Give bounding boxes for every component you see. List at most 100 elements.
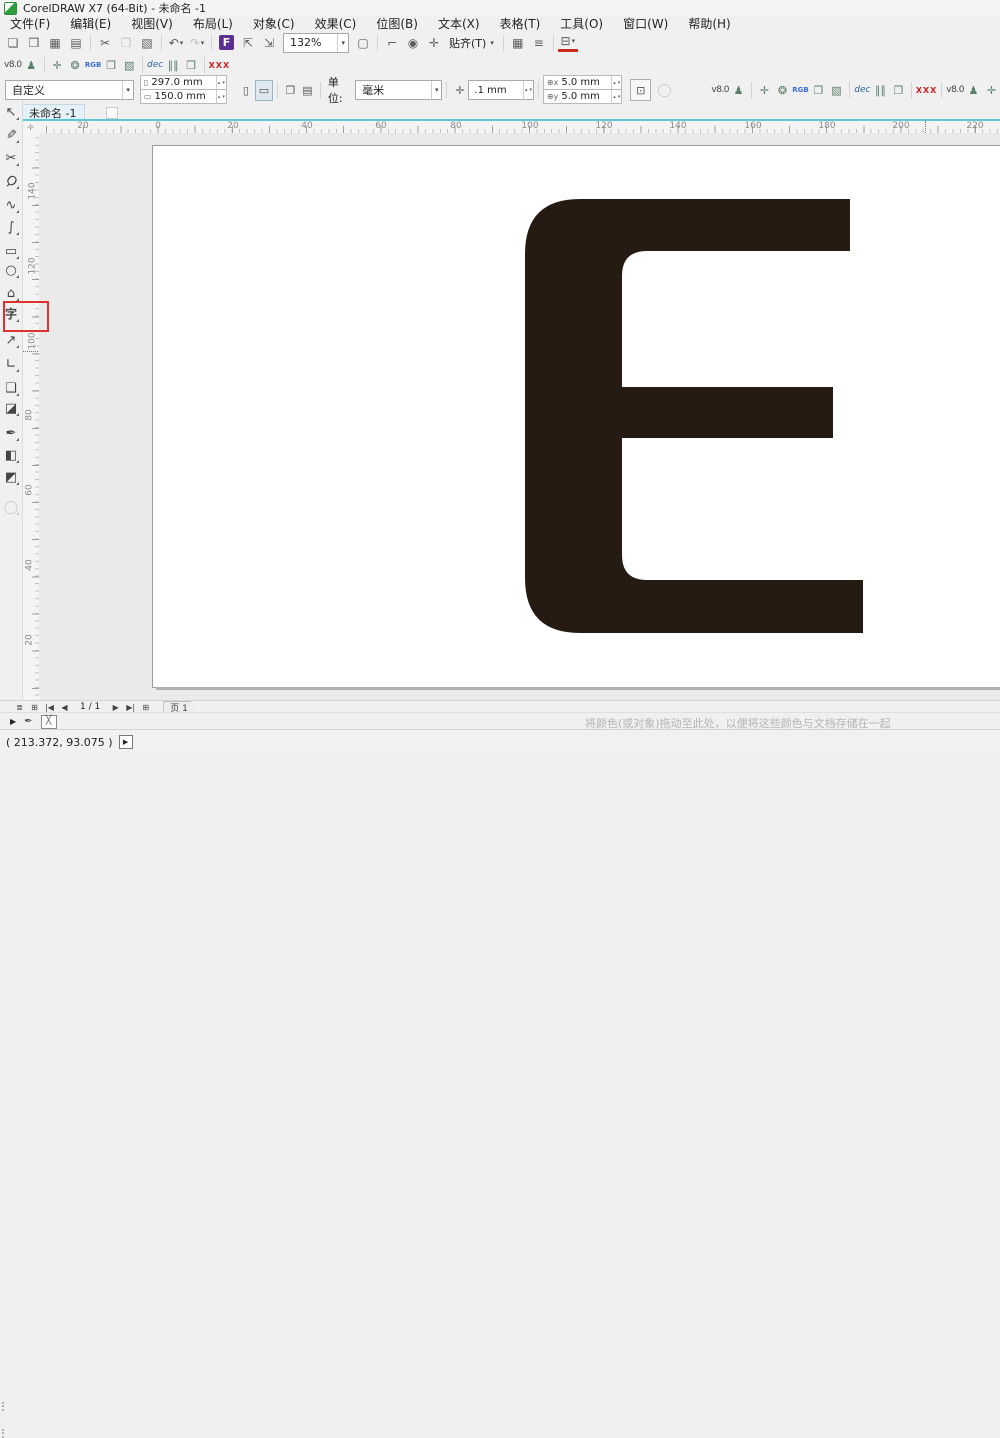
pick-tool[interactable]: ↖ <box>1 102 21 122</box>
next-page-button[interactable]: ▶ <box>110 702 121 713</box>
transform-icon[interactable]: ✛ <box>49 56 66 74</box>
user-permissions-icon[interactable]: ♟ <box>965 81 982 99</box>
dropdown-caret-icon[interactable]: ▾ <box>572 37 576 45</box>
spin-down-icon[interactable]: ▾ <box>221 80 226 86</box>
vertical-ruler[interactable]: 14012010080604020 <box>22 133 40 700</box>
spin-down-icon[interactable]: ▾ <box>617 80 622 86</box>
dimension-tool[interactable]: ↗ <box>1 330 21 350</box>
import-icon[interactable]: ⇱ <box>238 33 258 52</box>
paste-settings-icon[interactable]: ▧ <box>121 56 138 74</box>
duplicate-y-spinner[interactable]: ▴▾ <box>611 90 621 103</box>
shape-tool[interactable]: ✎ <box>1 125 21 145</box>
no-color-swatch[interactable]: ╳ <box>41 715 57 729</box>
undo-icon[interactable]: ↶▾ <box>166 33 186 52</box>
drag-grip[interactable] <box>2 1429 7 1438</box>
fullscreen-preview-icon[interactable]: ▢ <box>353 33 373 52</box>
transform-icon[interactable]: ✛ <box>756 81 773 99</box>
zoom-level-combo[interactable]: 132% ▾ <box>283 33 349 53</box>
menu-help[interactable]: 帮助(H) <box>678 15 740 32</box>
menu-edit[interactable]: 编辑(E) <box>60 15 121 32</box>
duplicate-y-field[interactable]: ⊕y 5.0 mm ▴▾ <box>543 89 622 104</box>
transform-icon[interactable]: ✛ <box>983 81 1000 99</box>
save-icon[interactable]: ▦ <box>45 33 65 52</box>
xxx-icon[interactable]: XXX <box>209 56 231 74</box>
status-expand-button[interactable]: ▶ <box>119 735 133 749</box>
navigator-grid-icon[interactable]: ≣ <box>14 702 25 713</box>
current-page-size-icon[interactable]: ▤ <box>299 81 316 99</box>
paste-settings-icon[interactable]: ▧ <box>828 81 845 99</box>
copy-settings-icon[interactable]: ❐ <box>103 56 120 74</box>
smart-fill-tool[interactable]: ◧ <box>1 445 21 465</box>
snap-to-icon[interactable]: ✛ <box>424 33 444 52</box>
menu-object[interactable]: 对象(C) <box>243 15 305 32</box>
menu-text[interactable]: 文本(X) <box>428 15 490 32</box>
options-icon[interactable]: ▦ <box>508 33 528 52</box>
units-combo[interactable]: 毫米 ▾ <box>355 80 442 100</box>
drawing-workspace[interactable] <box>39 133 1000 700</box>
print-icon[interactable]: ▤ <box>66 33 86 52</box>
menu-table[interactable]: 表格(T) <box>490 15 551 32</box>
user-permissions-icon[interactable]: ♟ <box>730 81 747 99</box>
nudge-offset-field[interactable]: .1 mm ▴▾ <box>468 80 534 100</box>
add-page-front-button[interactable]: ⊞ <box>29 702 40 713</box>
eyedropper-icon[interactable]: ✒ <box>24 716 32 727</box>
eyedropper-tool[interactable]: ✒ <box>1 423 21 443</box>
spin-down-icon[interactable]: ▾ <box>221 94 226 100</box>
connector-tool[interactable]: ∟ <box>1 354 21 374</box>
zoom-tool[interactable]: Ϙ <box>1 171 21 191</box>
crop-tool[interactable]: ✂ <box>1 148 21 168</box>
copy-settings-icon[interactable]: ❐ <box>810 81 827 99</box>
settings-gear-icon[interactable]: ❂ <box>774 81 791 99</box>
export-icon[interactable]: ⇲ <box>259 33 279 52</box>
dropdown-caret-icon[interactable]: ▾ <box>201 39 205 47</box>
barcode-icon[interactable]: ∥∥ <box>165 56 182 74</box>
chevron-down-icon[interactable]: ▾ <box>431 81 442 99</box>
copy-icon[interactable]: ❐ <box>116 33 136 52</box>
page-width-field[interactable]: ▯ 297.0 mm ▴▾ <box>140 75 227 90</box>
snap-to-dropdown[interactable]: 贴齐(T) ▾ <box>444 35 499 51</box>
spin-down-icon[interactable]: ▾ <box>617 94 622 100</box>
redo-icon[interactable]: ↷▾ <box>187 33 207 52</box>
corel-connect-icon[interactable]: F <box>219 35 234 50</box>
ruler-origin-icon[interactable]: ✛ <box>22 121 39 133</box>
user-permissions-icon[interactable]: ♟ <box>23 56 40 74</box>
menu-tools[interactable]: 工具(O) <box>550 15 613 32</box>
spin-down-icon[interactable]: ▾ <box>528 87 533 93</box>
chevron-down-icon[interactable]: ▾ <box>337 34 348 52</box>
layers-icon[interactable]: ❒ <box>890 81 907 99</box>
duplicate-x-field[interactable]: ⊕x 5.0 mm ▴▾ <box>543 75 622 90</box>
rectangle-tool[interactable]: ▭ <box>1 241 21 261</box>
add-page-back-button[interactable]: ⊞ <box>140 702 151 713</box>
color-model-icon[interactable]: RGB <box>85 56 102 74</box>
transparency-tool[interactable]: ◪ <box>1 398 21 418</box>
polygon-tool[interactable]: ⌂ <box>1 283 21 303</box>
open-icon[interactable]: ❒ <box>24 33 44 52</box>
width-spinner[interactable]: ▴▾ <box>216 76 226 89</box>
layers-icon[interactable]: ❒ <box>183 56 200 74</box>
show-rulers-icon[interactable]: ⌐ <box>382 33 402 52</box>
height-spinner[interactable]: ▴▾ <box>216 90 226 103</box>
settings-gear-icon[interactable]: ❂ <box>67 56 84 74</box>
page-height-field[interactable]: ▭ 150.0 mm ▴▾ <box>140 89 227 104</box>
deck-label[interactable]: dec <box>854 81 871 99</box>
duplicate-x-spinner[interactable]: ▴▾ <box>611 76 621 89</box>
menu-file[interactable]: 文件(F) <box>0 15 60 32</box>
menu-view[interactable]: 视图(V) <box>121 15 183 32</box>
last-page-button[interactable]: ▶| <box>125 702 136 713</box>
version-label[interactable]: v8.0 <box>946 81 964 99</box>
drag-grip[interactable] <box>2 1402 7 1411</box>
all-pages-size-icon[interactable]: ❐ <box>282 81 299 99</box>
ellipse-tool[interactable]: ○ <box>1 260 21 280</box>
palette-expander-icon[interactable]: ▶ <box>10 717 16 726</box>
show-document-grid-icon[interactable]: ◉ <box>403 33 423 52</box>
cut-icon[interactable]: ✂ <box>95 33 115 52</box>
dropdown-caret-icon[interactable]: ▾ <box>180 39 184 47</box>
outline-tool[interactable]: ◯ <box>1 497 21 517</box>
page-preset-combo[interactable]: 自定义 ▾ <box>5 80 134 100</box>
treat-as-filled-button[interactable]: ⊡ <box>630 79 651 101</box>
color-model-icon[interactable]: RGB <box>792 81 809 99</box>
deck-label[interactable]: dec <box>147 56 164 74</box>
nudge-spinner[interactable]: ▴▾ <box>523 81 533 99</box>
version-label[interactable]: v8.0 <box>711 81 729 99</box>
bezier-tool[interactable]: ∫ <box>1 217 21 237</box>
